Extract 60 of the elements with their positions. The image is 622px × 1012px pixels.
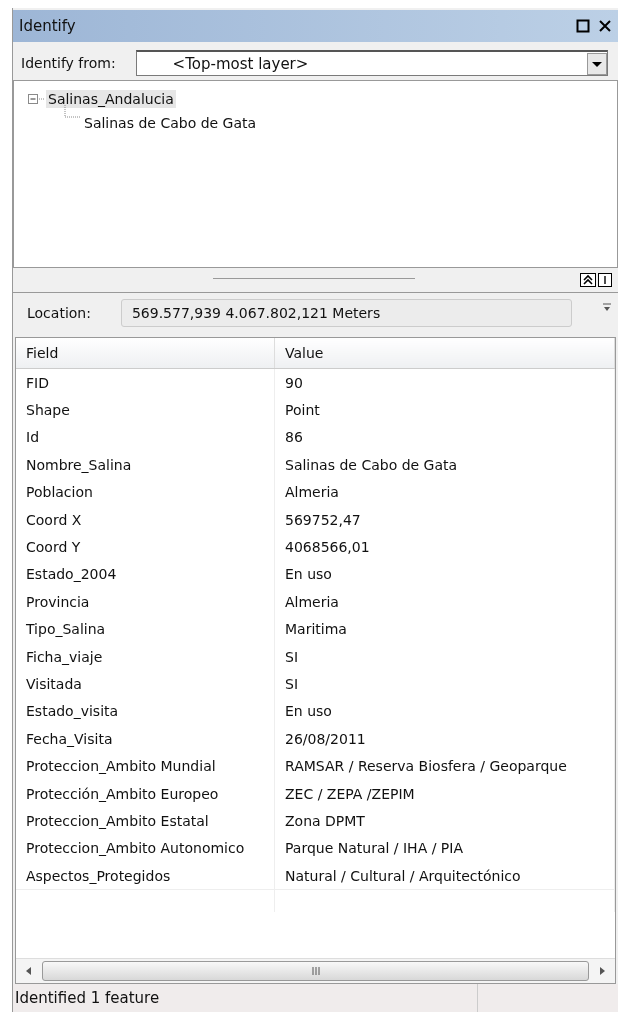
splitter-handle[interactable] — [213, 278, 415, 281]
scroll-left-icon[interactable] — [24, 965, 34, 977]
table-cell: Maritima — [274, 615, 615, 643]
scroll-right-icon[interactable] — [597, 965, 607, 977]
location-field: 569.577,939 4.067.802,121 Meters — [120, 299, 572, 327]
table-cell: Proteccion_Ambito Autonomico — [16, 834, 275, 863]
column-header[interactable]: Value — [274, 338, 615, 369]
table-cell: Natural / Cultural / Arquitectónico — [274, 862, 615, 890]
table-cell: Fecha_Visita — [16, 725, 275, 753]
table-cell: Almeria — [274, 478, 615, 506]
table-cell: Protección_Ambito Europeo — [16, 779, 275, 808]
maximize-icon[interactable] — [576, 19, 590, 33]
table-cell: SI — [274, 670, 615, 698]
split-icon[interactable] — [598, 273, 612, 287]
collapse-icon[interactable] — [28, 93, 46, 105]
field-label: Location: — [27, 305, 91, 321]
close-icon[interactable] — [598, 19, 612, 33]
table-cell: Ficha_viaje — [16, 642, 275, 671]
table-cell: Salinas de Cabo de Gata — [274, 451, 615, 479]
table-cell: Visitada — [16, 670, 275, 698]
collapse-up-icon[interactable] — [580, 273, 596, 287]
table-cell: Almeria — [274, 588, 615, 616]
table-cell: Proteccion_Ambito Estatal — [16, 807, 275, 835]
table-cell: 569752,47 — [274, 505, 615, 534]
table-cell: Nombre_Salina — [16, 451, 275, 479]
table-cell: Point — [274, 396, 615, 424]
horizontal-scrollbar[interactable] — [16, 958, 615, 983]
table-cell: En uso — [274, 697, 615, 726]
table-cell: Proteccion_Ambito Mundial — [16, 752, 275, 780]
table-cell: 86 — [274, 423, 615, 452]
field-label: Identify from: — [21, 55, 116, 71]
table-cell: Coord X — [16, 505, 275, 534]
window-title: Identify — [19, 17, 76, 35]
table-cell: Coord Y — [16, 533, 275, 561]
layer-dropdown[interactable]: <Top-most layer> — [135, 50, 608, 76]
table-cell: 4068566,01 — [274, 533, 615, 561]
table-cell: En uso — [274, 560, 615, 589]
table-cell: Estado_2004 — [16, 560, 275, 589]
status-text: Identified 1 feature — [14, 989, 161, 1007]
table-cell: Shape — [16, 396, 275, 424]
scroll-thumb[interactable] — [42, 961, 589, 981]
table-cell: 26/08/2011 — [274, 725, 615, 753]
table-cell: Provincia — [16, 588, 275, 616]
tree-item[interactable]: Salinas de Cabo de Gata — [82, 114, 259, 132]
table-cell: Estado_visita — [16, 697, 275, 726]
table-cell: Aspectos_Protegidos — [16, 862, 275, 890]
grip-icon — [310, 966, 321, 976]
table-cell: 90 — [274, 368, 615, 397]
table-cell: Tipo_Salina — [16, 615, 275, 643]
tree-item[interactable]: Salinas_Andalucia — [46, 90, 176, 108]
column-header[interactable]: Field — [16, 338, 275, 369]
table-cell: Poblacion — [16, 478, 275, 506]
dropdown-arrow-icon[interactable] — [602, 303, 612, 313]
table-cell: Id — [16, 423, 275, 452]
table-cell: ZEC / ZEPA /ZEPIM — [274, 779, 615, 808]
table-cell: Parque Natural / IHA / PIA — [274, 834, 615, 863]
table-cell: Zona DPMT — [274, 807, 615, 835]
table-cell: SI — [274, 642, 615, 671]
table-cell: FID — [16, 368, 275, 397]
table-cell: RAMSAR / Reserva Biosfera / Geoparque — [274, 752, 615, 780]
